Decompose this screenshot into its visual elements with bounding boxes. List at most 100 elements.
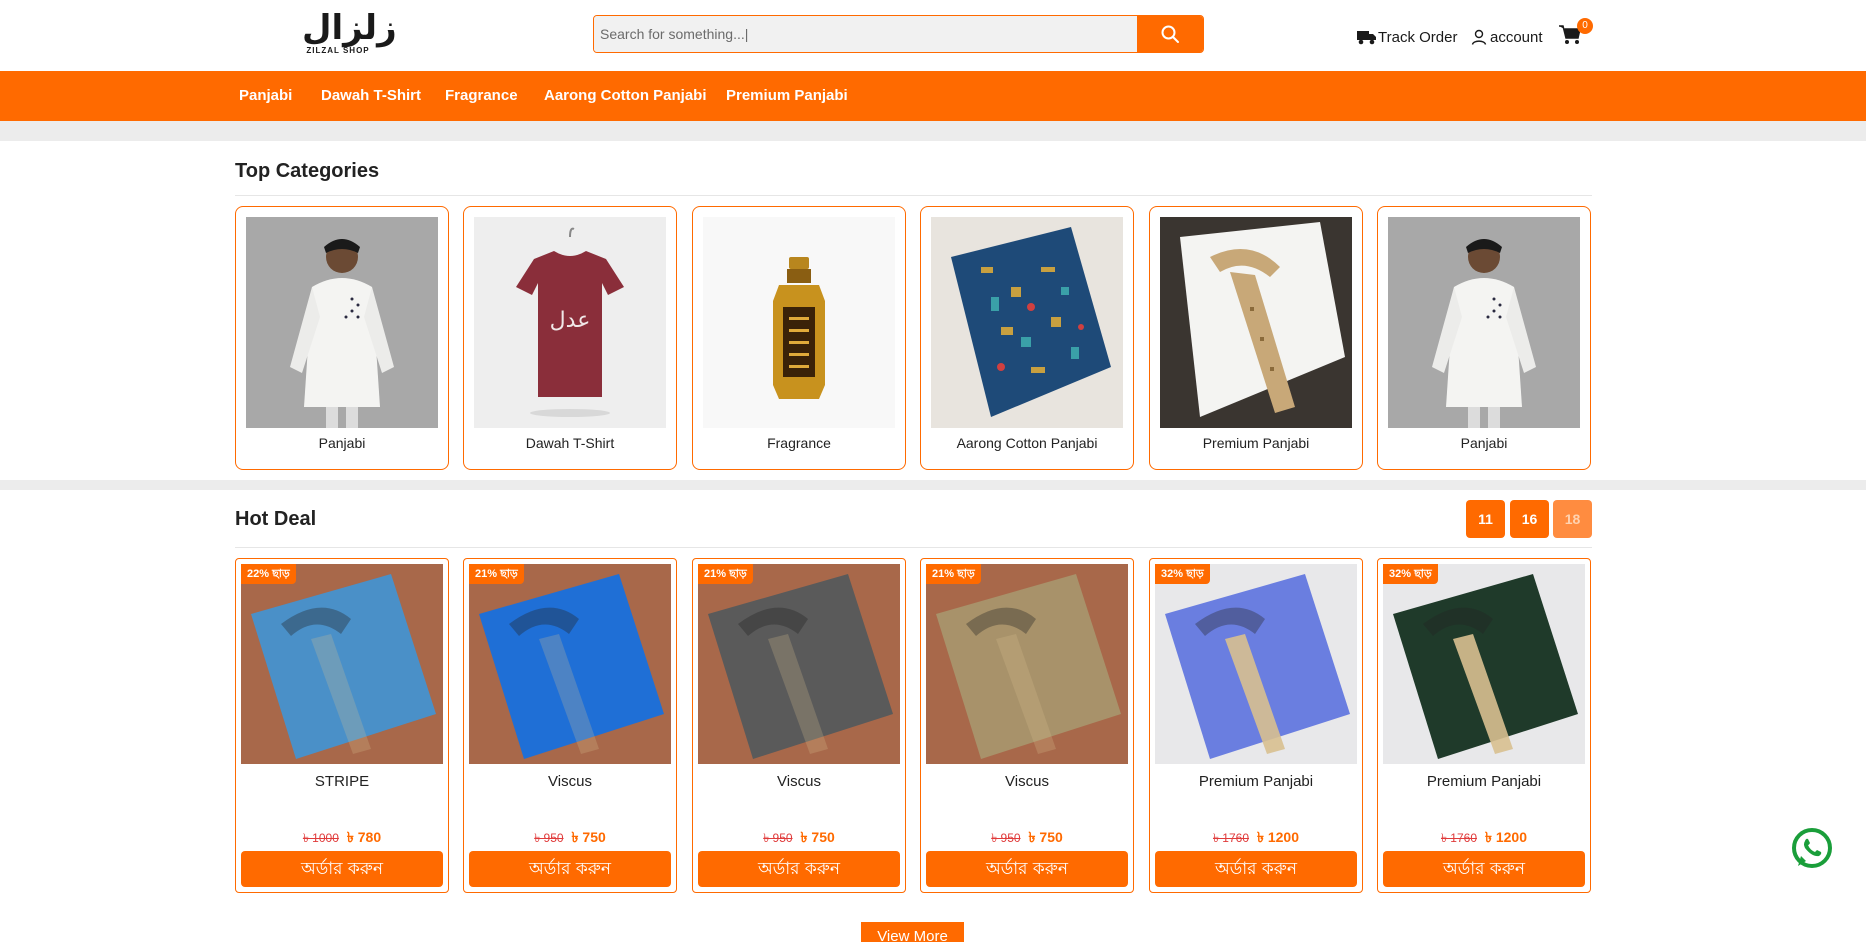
old-price: ৳ 1760	[1440, 831, 1477, 845]
category-card-premium-panjabi[interactable]: Premium Panjabi	[1149, 206, 1363, 470]
discount-badge: 22% ছাড়	[241, 564, 296, 584]
top-categories-title: Top Categories	[235, 160, 380, 182]
countdown-minutes: 16	[1510, 500, 1549, 538]
product-image[interactable]: 32% ছাড়	[1383, 564, 1585, 764]
old-price: ৳ 1760	[1212, 831, 1249, 845]
product-name[interactable]: Premium Panjabi	[1378, 773, 1590, 790]
discount-badge: 21% ছাড়	[698, 564, 753, 584]
category-name: Dawah T-Shirt	[525, 435, 615, 451]
product-card: 32% ছাড় Premium Panjabi ৳ 1760 ৳ 1200 অর্ডা…	[1149, 558, 1363, 893]
order-now-button[interactable]: অর্ডার করুন	[241, 851, 443, 887]
section-rule	[235, 547, 1592, 548]
svg-text:عدل: عدل	[550, 308, 591, 333]
sale-price: ৳ 750	[800, 829, 835, 845]
countdown-seconds: 18	[1553, 500, 1592, 538]
view-more-button[interactable]: View More	[861, 922, 964, 942]
product-card: 22% ছাড় STRIPE ৳ 1000 ৳ 780 অর্ডার করুন	[235, 558, 449, 893]
product-card: 21% ছাড় Viscus ৳ 950 ৳ 750 অর্ডার করুন	[463, 558, 677, 893]
price-row: ৳ 950 ৳ 750	[464, 826, 676, 850]
search-bar	[593, 15, 1204, 53]
product-name[interactable]: Viscus	[921, 773, 1133, 790]
product-card: 32% ছাড় Premium Panjabi ৳ 1760 ৳ 1200 অর্ডা…	[1377, 558, 1591, 893]
old-price: ৳ 950	[763, 831, 793, 845]
sale-price: ৳ 1200	[1257, 829, 1300, 845]
logo-arabic-text: زلزال	[302, 8, 397, 48]
product-name[interactable]: Viscus	[693, 773, 905, 790]
site-logo[interactable]: زلزال ZILZAL SHOP	[302, 8, 397, 58]
nav-item-dawah-tshirt[interactable]: Dawah T-Shirt	[321, 71, 421, 121]
old-price: ৳ 950	[991, 831, 1021, 845]
category-card-aarong-cotton-panjabi[interactable]: Aarong Cotton Panjabi	[920, 206, 1134, 470]
category-name: Panjabi	[318, 435, 366, 451]
product-image[interactable]: 21% ছাড়	[926, 564, 1128, 764]
category-card-panjabi-2[interactable]: Panjabi	[1377, 206, 1591, 470]
category-name: Premium Panjabi	[1202, 435, 1310, 451]
product-card: 21% ছাড় Viscus ৳ 950 ৳ 750 অর্ডার করুন	[920, 558, 1134, 893]
category-name: Fragrance	[767, 435, 831, 451]
category-image	[703, 217, 895, 428]
nav-item-panjabi[interactable]: Panjabi	[239, 71, 292, 121]
old-price: ৳ 1000	[302, 831, 339, 845]
old-price: ৳ 950	[534, 831, 564, 845]
logo-english-text: ZILZAL SHOP	[306, 46, 370, 55]
user-icon	[1471, 29, 1487, 45]
price-row: ৳ 950 ৳ 750	[693, 826, 905, 850]
price-row: ৳ 950 ৳ 750	[921, 826, 1133, 850]
sale-price: ৳ 750	[1028, 829, 1063, 845]
search-input[interactable]	[594, 16, 1137, 52]
sale-price: ৳ 1200	[1485, 829, 1528, 845]
product-image[interactable]: 21% ছাড়	[698, 564, 900, 764]
section-divider	[0, 480, 1866, 490]
section-divider	[0, 121, 1866, 141]
price-row: ৳ 1760 ৳ 1200	[1150, 826, 1362, 850]
category-image	[246, 217, 438, 428]
order-now-button[interactable]: অর্ডার করুন	[926, 851, 1128, 887]
category-image: عدل	[474, 217, 666, 428]
product-image[interactable]: 32% ছাড়	[1155, 564, 1357, 764]
category-image	[1388, 217, 1580, 428]
category-card-panjabi[interactable]: Panjabi	[235, 206, 449, 470]
category-image	[1160, 217, 1352, 428]
track-order-label: Track Order	[1378, 28, 1458, 46]
main-nav: Panjabi Dawah T-Shirt Fragrance Aarong C…	[0, 71, 1866, 121]
discount-badge: 21% ছাড়	[926, 564, 981, 584]
account-link[interactable]: account	[1471, 27, 1543, 47]
cart-count-badge: 0	[1577, 18, 1593, 34]
category-card-fragrance[interactable]: Fragrance	[692, 206, 906, 470]
price-row: ৳ 1760 ৳ 1200	[1378, 826, 1590, 850]
nav-item-premium-panjabi[interactable]: Premium Panjabi	[726, 71, 848, 121]
section-rule	[235, 195, 1592, 196]
order-now-button[interactable]: অর্ডার করুন	[1155, 851, 1357, 887]
discount-badge: 32% ছাড়	[1155, 564, 1210, 584]
whatsapp-icon	[1792, 828, 1832, 868]
category-name: Panjabi	[1460, 435, 1508, 451]
category-card-dawah-tshirt[interactable]: عدل Dawah T-Shirt	[463, 206, 677, 470]
discount-badge: 21% ছাড়	[469, 564, 524, 584]
hot-deal-title: Hot Deal	[235, 508, 317, 530]
search-button[interactable]	[1137, 16, 1203, 52]
product-card: 21% ছাড় Viscus ৳ 950 ৳ 750 অর্ডার করুন	[692, 558, 906, 893]
product-name[interactable]: Viscus	[464, 773, 676, 790]
product-image[interactable]: 22% ছাড়	[241, 564, 443, 764]
product-name[interactable]: Premium Panjabi	[1150, 773, 1362, 790]
nav-item-fragrance[interactable]: Fragrance	[445, 71, 518, 121]
track-order-link[interactable]: Track Order	[1357, 27, 1457, 47]
top-header: زلزال ZILZAL SHOP Track Order account	[0, 0, 1866, 71]
order-now-button[interactable]: অর্ডার করুন	[698, 851, 900, 887]
countdown-hours: 11	[1466, 500, 1505, 538]
sale-price: ৳ 750	[571, 829, 606, 845]
discount-badge: 32% ছাড়	[1383, 564, 1438, 584]
price-row: ৳ 1000 ৳ 780	[236, 826, 448, 850]
order-now-button[interactable]: অর্ডার করুন	[469, 851, 671, 887]
nav-item-aarong-cotton-panjabi[interactable]: Aarong Cotton Panjabi	[544, 71, 707, 121]
category-name: Aarong Cotton Panjabi	[956, 435, 1098, 451]
sale-price: ৳ 780	[346, 829, 382, 845]
whatsapp-chat-button[interactable]	[1790, 826, 1834, 870]
order-now-button[interactable]: অর্ডার করুন	[1383, 851, 1585, 887]
truck-icon	[1357, 31, 1376, 45]
product-name[interactable]: STRIPE	[236, 773, 448, 790]
search-icon	[1161, 25, 1179, 43]
account-label: account	[1490, 28, 1543, 46]
product-image[interactable]: 21% ছাড়	[469, 564, 671, 764]
category-image	[931, 217, 1123, 428]
